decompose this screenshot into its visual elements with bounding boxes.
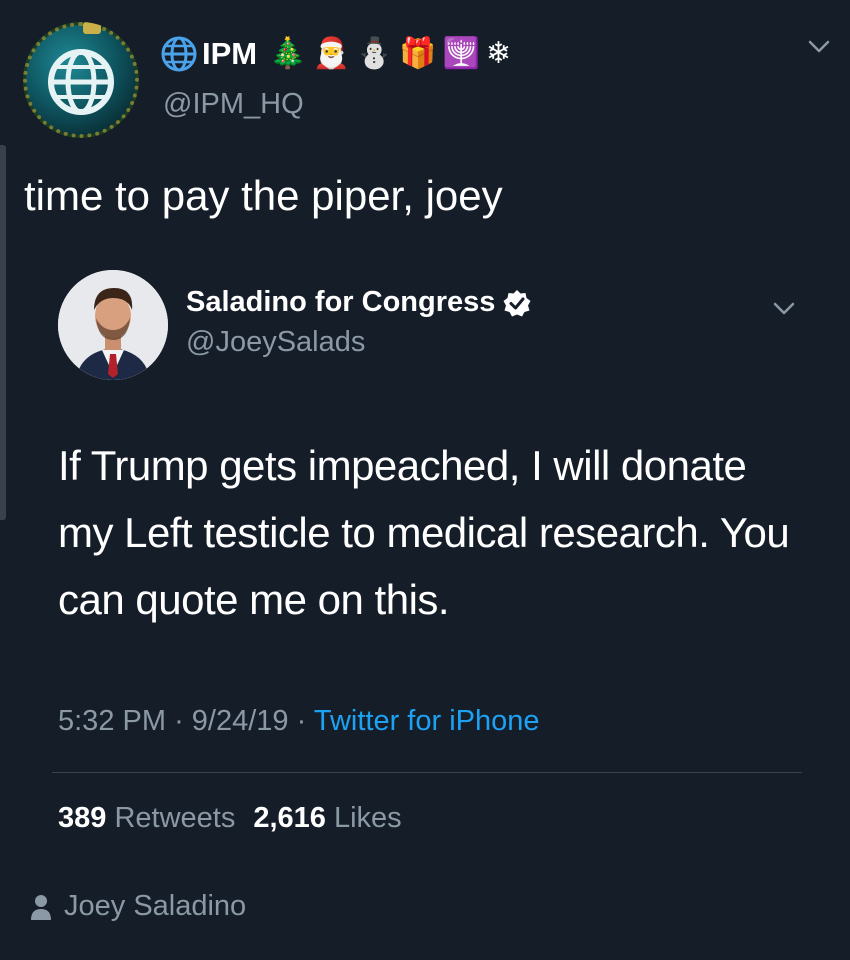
tweet-date: 9/24/19	[191, 705, 289, 737]
tweet-time: 5:32 PM	[58, 705, 166, 737]
gift-icon: 🎁	[399, 36, 437, 71]
tweet-metadata: 5:32 PM · 9/24/19 · Twitter for iPhone	[58, 705, 540, 738]
meta-separator: ·	[296, 705, 307, 737]
likes-count: 2,616	[253, 802, 326, 834]
retweets-stat[interactable]: 389 Retweets	[58, 802, 235, 834]
tweet-text: time to pay the piper, joey	[24, 172, 503, 219]
snowflake-icon: ❄	[485, 36, 512, 71]
author-display-name: IPM	[202, 36, 258, 71]
quoted-tweet-text: If Trump gets impeached, I will donate m…	[58, 442, 790, 623]
footer-user-name: Joey Saladino	[64, 890, 247, 922]
quoted-handle[interactable]: @JoeySalads	[186, 326, 365, 359]
santa-icon: 🎅	[312, 36, 350, 71]
chevron-down-icon[interactable]	[808, 40, 830, 54]
retweets-label: Retweets	[114, 802, 236, 834]
globe-icon	[161, 36, 197, 72]
verified-badge-icon	[503, 289, 531, 316]
ipm-avatar[interactable]	[23, 22, 139, 138]
profile-photo	[58, 270, 168, 380]
chevron-down-icon[interactable]	[773, 302, 795, 316]
engagement-stats: 389 Retweets 2,616 Likes	[58, 802, 402, 835]
footer-user[interactable]: Joey Saladino	[30, 890, 246, 923]
likes-label: Likes	[333, 802, 402, 834]
christmas-tree-icon: 🎄	[269, 36, 307, 71]
snowman-icon: ⛄	[355, 36, 394, 71]
author-name-row[interactable]: IPM 🎄 🎅 ⛄ 🎁 🕎 ❄	[160, 32, 513, 76]
retweets-count: 389	[58, 802, 107, 834]
likes-stat[interactable]: 2,616 Likes	[253, 802, 401, 834]
author-handle[interactable]: @IPM_HQ	[163, 88, 304, 121]
quoted-avatar[interactable]	[58, 270, 168, 380]
quoted-display-name: Saladino for Congress	[186, 286, 496, 318]
menorah-icon: 🕎	[442, 36, 480, 71]
scrollbar[interactable]	[0, 145, 6, 520]
meta-separator: ·	[174, 705, 184, 737]
tweet-source-link[interactable]: Twitter for iPhone	[314, 705, 540, 737]
quoted-name-row[interactable]: Saladino for Congress	[186, 286, 531, 319]
quoted-tweet[interactable]: Saladino for Congress @JoeySalads If Tru…	[48, 262, 803, 852]
divider	[52, 772, 802, 773]
globe-logo-icon	[48, 49, 114, 115]
person-icon	[31, 894, 51, 920]
